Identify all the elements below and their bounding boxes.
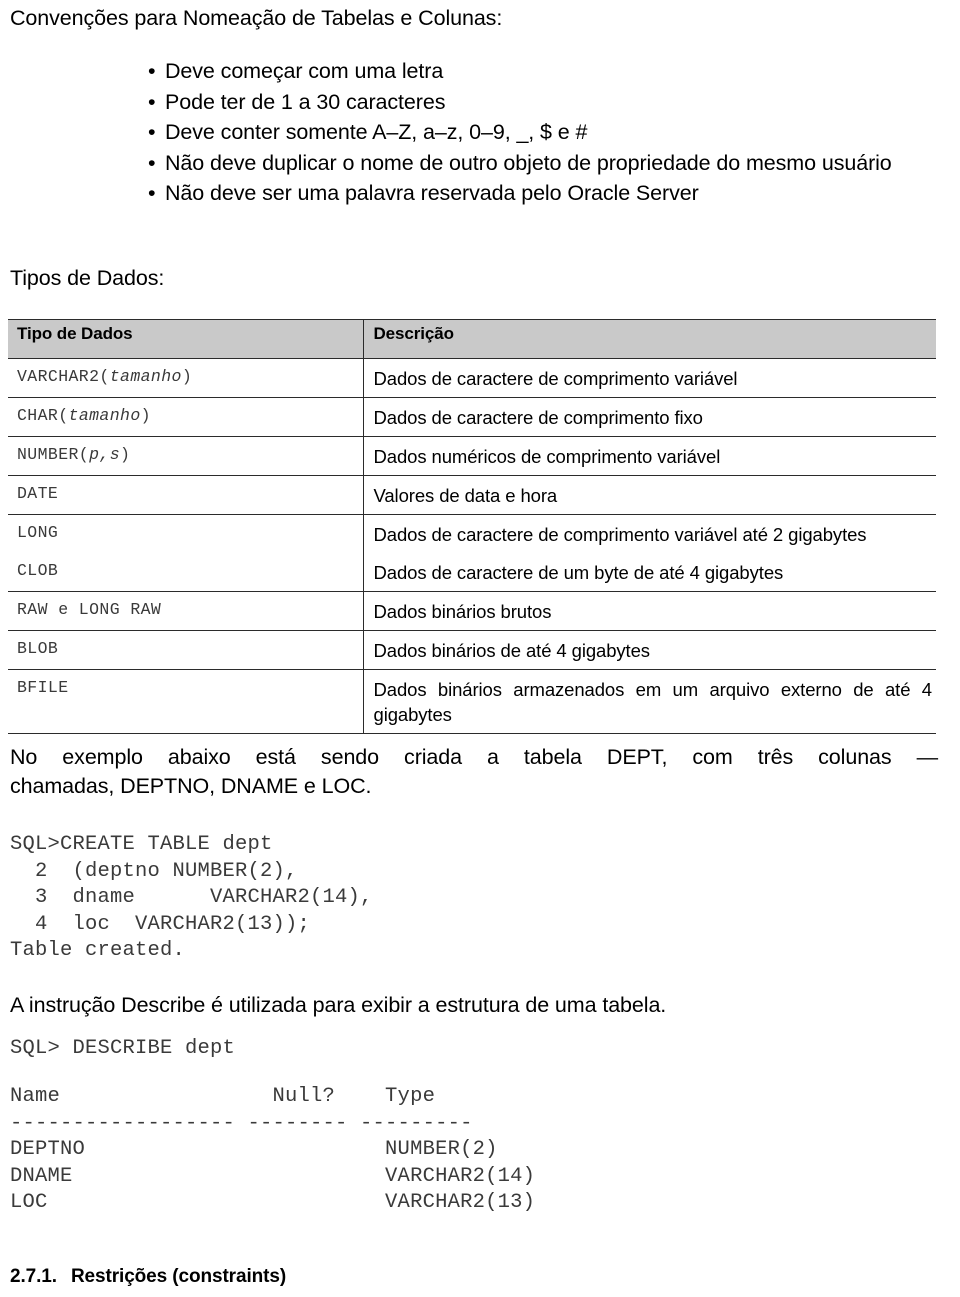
cell-description: Valores de data e hora <box>362 475 936 515</box>
cell-type: NUMBER(p,s) <box>8 436 363 476</box>
table-row: LONG Dados de caractere de comprimento v… <box>8 514 936 554</box>
datatypes-heading: Tipos de Dados: <box>10 266 165 290</box>
datatypes-table: Tipo de Dados Descrição VARCHAR2(tamanho… <box>8 319 936 734</box>
type-close: ) <box>181 367 193 386</box>
type-param: tamanho <box>109 367 182 386</box>
cell-description: Dados de caractere de comprimento variáv… <box>362 514 936 553</box>
bullet-icon: • <box>148 181 156 205</box>
cell-type: CHAR(tamanho) <box>8 397 363 437</box>
list-item-label: Não deve ser uma palavra reservada pelo … <box>165 181 699 205</box>
cell-type: LONG <box>8 515 363 554</box>
table-row: VARCHAR2(tamanho) Dados de caractere de … <box>8 358 936 398</box>
cell-description: Dados binários armazenados em um arquivo… <box>362 669 936 734</box>
cell-type: VARCHAR2(tamanho) <box>8 358 363 398</box>
list-item-label: Deve conter somente A–Z, a–z, 0–9, _, $ … <box>165 120 588 144</box>
describe-output-code: Name Null? Type ------------------ -----… <box>10 1085 536 1215</box>
bullet-icon: • <box>148 89 156 114</box>
document-page: Convenções para Nomeação de Tabelas e Co… <box>0 0 960 1297</box>
column-header-type: Tipo de Dados <box>8 319 363 359</box>
list-item-label: Pode ter de 1 a 30 caracteres <box>165 89 446 114</box>
cell-type: CLOB <box>8 553 363 592</box>
list-item: • Deve começar com uma letra <box>148 56 938 87</box>
cell-description: Dados numéricos de comprimento variável <box>362 436 936 476</box>
cell-description: Dados binários de até 4 gigabytes <box>362 630 936 670</box>
cell-type: BLOB <box>8 630 363 670</box>
type-name: BFILE <box>17 678 69 697</box>
type-name: DATE <box>17 484 59 503</box>
table-row: BFILE Dados binários armazenados em um a… <box>8 669 936 734</box>
table-row: RAW e LONG RAW Dados binários brutos <box>8 591 936 631</box>
type-param: tamanho <box>68 406 141 425</box>
type-name: NUMBER( <box>17 445 90 464</box>
type-name: CHAR( <box>17 406 69 425</box>
table-row: CHAR(tamanho) Dados de caractere de comp… <box>8 397 936 437</box>
cell-description: Dados de caractere de comprimento fixo <box>362 397 936 437</box>
section-title: Restrições (constraints) <box>70 1266 287 1287</box>
list-item-label: Deve começar com uma letra <box>165 59 444 83</box>
type-name: BLOB <box>17 639 59 658</box>
table-row: NUMBER(p,s) Dados numéricos de comprimen… <box>8 436 936 476</box>
type-name: LONG <box>17 523 59 542</box>
list-item-label: Não deve duplicar o nome de outro objeto… <box>165 150 892 175</box>
example-intro-line-1: No exemplo abaixo está sendo criada a ta… <box>10 745 938 769</box>
cell-type: RAW e LONG RAW <box>8 591 363 631</box>
create-table-code-block: SQL>CREATE TABLE dept 2 (deptno NUMBER(2… <box>10 833 373 963</box>
cell-description: Dados de caractere de comprimento variáv… <box>362 358 936 398</box>
page-title: Convenções para Nomeação de Tabelas e Co… <box>10 6 503 30</box>
list-item: • Deve conter somente A–Z, a–z, 0–9, _, $… <box>148 117 938 148</box>
table-row: CLOB Dados de caractere de um byte de at… <box>8 553 936 592</box>
cell-type: DATE <box>8 475 363 515</box>
naming-rules-list: • Deve começar com uma letra • Pode ter de… <box>148 56 938 209</box>
section-heading: 2.7.1. Restrições (constraints) <box>10 1266 286 1288</box>
list-item: • Não deve ser uma palavra reservada pelo… <box>148 178 938 209</box>
cell-description: Dados de caractere de um byte de até 4 g… <box>362 553 936 592</box>
type-name: VARCHAR2( <box>17 367 110 386</box>
bullet-icon: • <box>148 59 156 83</box>
table-row: DATE Valores de data e hora <box>8 475 936 515</box>
describe-intro-paragraph: A instrução Describe é utilizada para ex… <box>10 993 667 1017</box>
bullet-icon: • <box>148 150 156 175</box>
type-name: RAW e LONG RAW <box>17 600 162 619</box>
list-item: • Pode ter de 1 a 30 caracteres <box>148 87 938 118</box>
list-item: • Não deve duplicar o nome de outro objet… <box>148 148 938 179</box>
table-header-row: Tipo de Dados Descrição <box>8 319 936 359</box>
type-close: ) <box>120 445 131 464</box>
section-number: 2.7.1. <box>10 1266 57 1287</box>
describe-command-code: SQL> DESCRIBE dept <box>10 1037 236 1060</box>
bullet-icon: • <box>148 120 156 144</box>
type-param: p,s <box>89 445 121 464</box>
example-intro-paragraph: No exemplo abaixo está sendo criada a ta… <box>10 743 938 801</box>
table-row: BLOB Dados binários de até 4 gigabytes <box>8 630 936 670</box>
column-header-description: Descrição <box>362 319 936 359</box>
type-name: CLOB <box>17 561 59 580</box>
cell-description: Dados binários brutos <box>362 591 936 631</box>
cell-type: BFILE <box>8 669 363 734</box>
example-intro-line-2: chamadas, DEPTNO, DNAME e LOC. <box>10 774 372 798</box>
type-close: ) <box>140 406 151 425</box>
